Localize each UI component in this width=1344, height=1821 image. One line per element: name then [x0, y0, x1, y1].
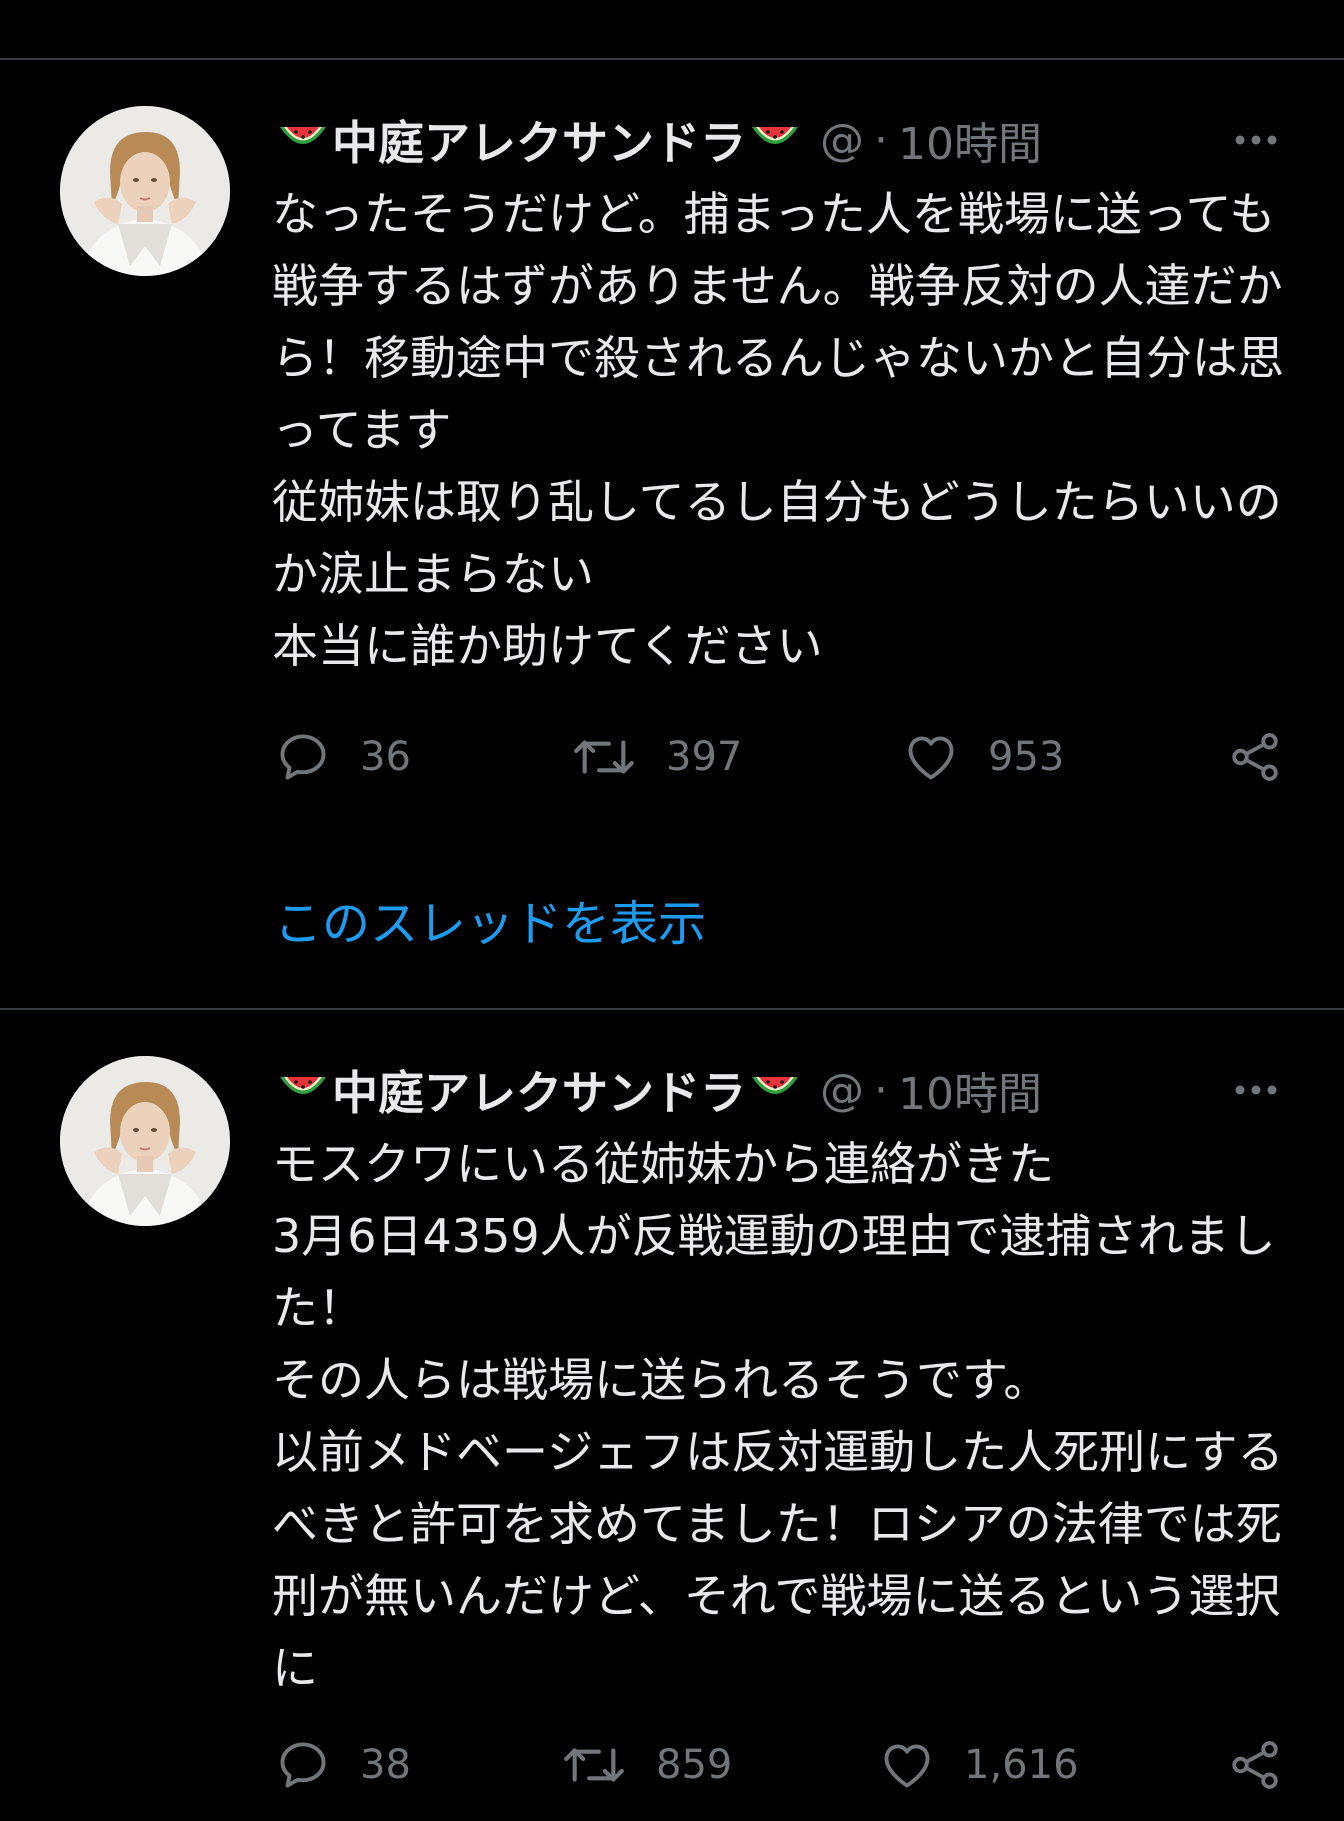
share-button[interactable]: [1226, 722, 1284, 792]
author-name-text: 中庭アレクサンドラ: [332, 116, 746, 170]
share-icon: [1232, 733, 1278, 781]
author-handle[interactable]: @: [820, 1065, 864, 1116]
author-name[interactable]: 中庭アレクサンドラ: [274, 107, 804, 173]
share-button[interactable]: [1226, 1730, 1284, 1800]
tweet-header: 中庭アレクサンドラ @ · 10時間: [274, 110, 1284, 170]
timestamp[interactable]: 10時間: [898, 108, 1042, 172]
avatar-photo-icon: [60, 106, 230, 276]
tweet-2[interactable]: 中庭アレクサンドラ @ · 10時間 モスクワにいる従姉妹から連絡がきた 3月6…: [0, 1010, 1344, 1821]
reply-count: 36: [360, 734, 411, 780]
like-count: 1,616: [964, 1742, 1079, 1788]
speech-bubble-icon: [280, 1742, 326, 1788]
tweet-text: モスクワにいる従姉妹から連絡がきた 3月6日4359人が反戦運動の理由で逮捕され…: [272, 1137, 1284, 1695]
watermelon-icon: [280, 1077, 326, 1094]
retweet-count: 859: [656, 1742, 733, 1788]
like-count: 953: [988, 734, 1065, 780]
show-thread-link[interactable]: このスレッドを表示: [274, 884, 706, 954]
avatar[interactable]: [60, 106, 230, 276]
reply-button[interactable]: 36: [274, 722, 411, 792]
timestamp[interactable]: 10時間: [898, 1058, 1042, 1122]
avatar-photo-icon: [60, 1056, 230, 1226]
watermelon-icon: [752, 127, 798, 144]
reply-button[interactable]: 38: [274, 1730, 411, 1800]
watermelon-icon: [280, 127, 326, 144]
heart-icon: [884, 1744, 930, 1788]
more-dots-icon[interactable]: [1228, 1072, 1284, 1108]
meta-separator: ·: [874, 1064, 888, 1116]
share-icon: [1232, 1741, 1278, 1789]
tweet-text: なったそうだけど。捕まった人を戦場に送っても戦争するはずがありません。戦争反対の…: [272, 187, 1284, 673]
tweet-header: 中庭アレクサンドラ @ · 10時間: [274, 1060, 1284, 1120]
tweet-1[interactable]: 中庭アレクサンドラ @ · 10時間 なったそうだけど。捕まった人を戦場に送って…: [0, 0, 1344, 1010]
retweet-button[interactable]: 859: [560, 1730, 732, 1800]
author-name[interactable]: 中庭アレクサンドラ: [274, 1057, 804, 1123]
watermelon-icon: [752, 1077, 798, 1094]
speech-bubble-icon: [280, 734, 326, 780]
action-bar: 38 859 1,616: [274, 1730, 1284, 1800]
retweet-arrows-icon: [574, 740, 634, 774]
avatar[interactable]: [60, 1056, 230, 1226]
heart-icon: [908, 736, 954, 780]
reply-count: 38: [360, 1742, 411, 1788]
author-handle[interactable]: @: [820, 115, 864, 166]
like-button[interactable]: 1,616: [878, 1730, 1079, 1800]
author-name-text: 中庭アレクサンドラ: [332, 1066, 746, 1120]
meta-separator: ·: [874, 114, 888, 166]
action-bar: 36 397 953: [274, 722, 1284, 792]
retweet-count: 397: [666, 734, 743, 780]
retweet-arrows-icon: [564, 1748, 624, 1782]
more-dots-icon[interactable]: [1228, 122, 1284, 158]
like-button[interactable]: 953: [902, 722, 1064, 792]
retweet-button[interactable]: 397: [570, 722, 742, 792]
